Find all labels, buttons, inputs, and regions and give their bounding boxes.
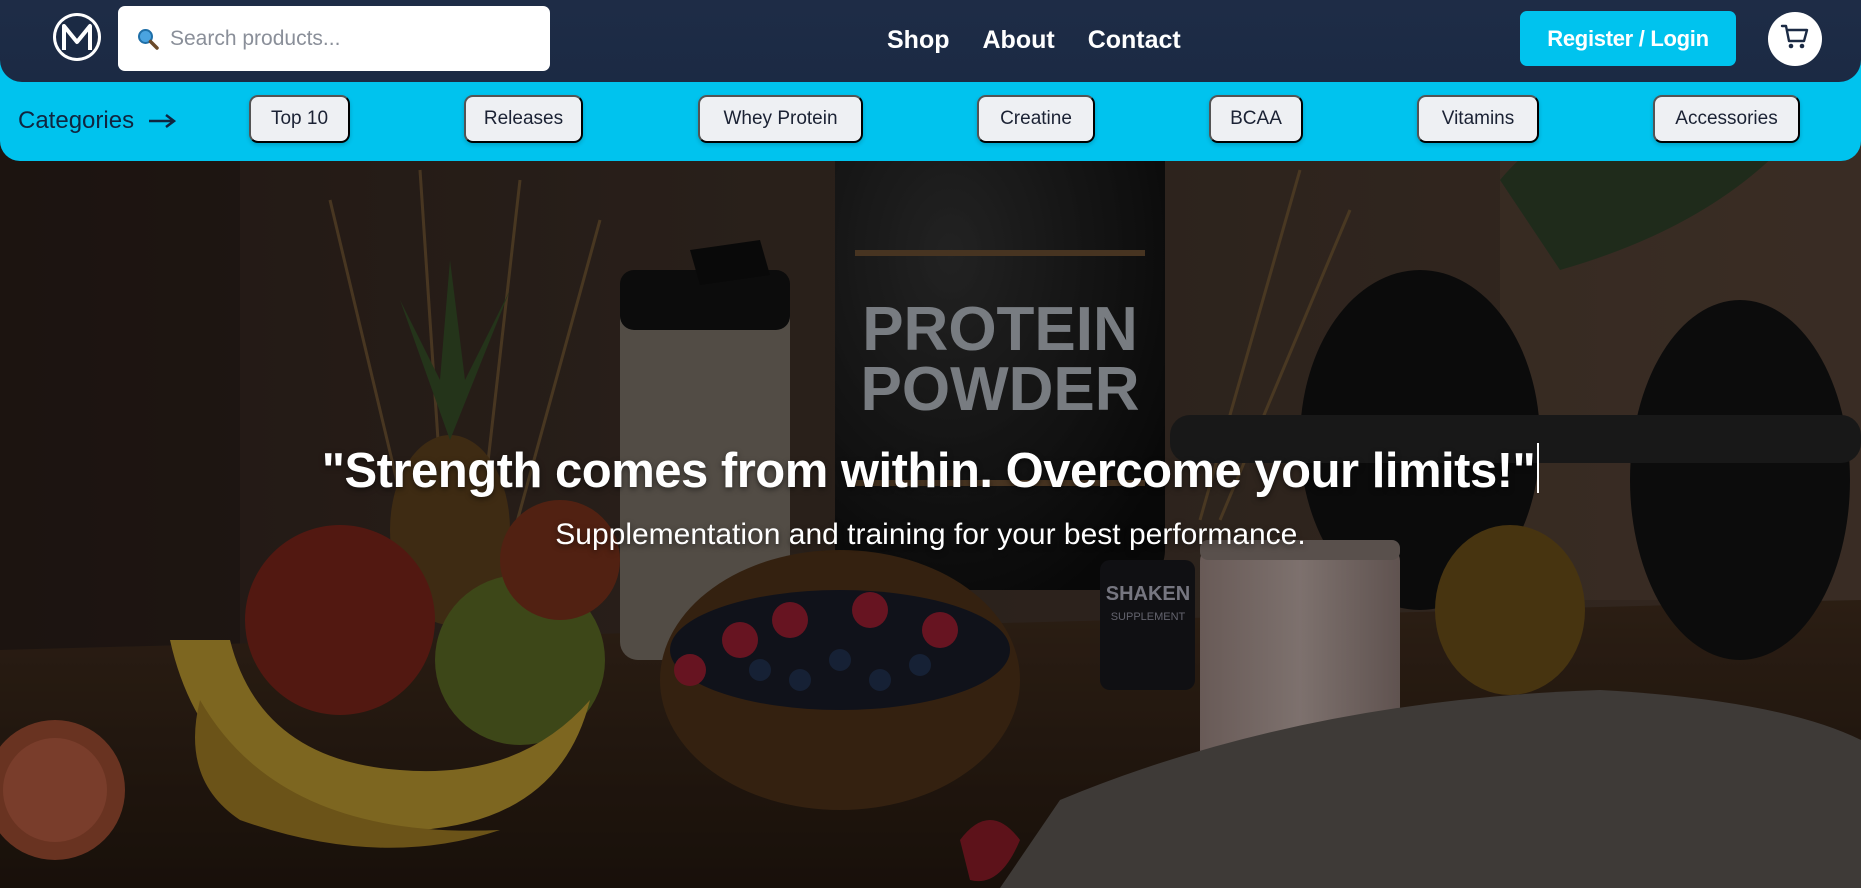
categories-heading: Categories bbox=[18, 106, 177, 136]
category-creatine[interactable]: Creatine bbox=[977, 95, 1095, 143]
register-login-button[interactable]: Register / Login bbox=[1520, 11, 1736, 66]
hero-quote: "Strength comes from within. Overcome yo… bbox=[0, 443, 1861, 499]
category-whey-protein[interactable]: Whey Protein bbox=[698, 95, 863, 143]
magnifier-icon bbox=[136, 27, 160, 51]
category-top-10[interactable]: Top 10 bbox=[249, 95, 350, 143]
top-navigation-bar: Shop About Contact Register / Login bbox=[0, 0, 1861, 82]
text-cursor bbox=[1537, 443, 1540, 493]
nav-shop-link[interactable]: Shop bbox=[887, 20, 950, 60]
category-accessories[interactable]: Accessories bbox=[1653, 95, 1800, 143]
nav-contact-link[interactable]: Contact bbox=[1088, 20, 1181, 60]
cart-button[interactable] bbox=[1768, 12, 1822, 66]
logo-mark bbox=[56, 16, 98, 58]
cart-icon bbox=[1780, 23, 1810, 56]
category-vitamins[interactable]: Vitamins bbox=[1417, 95, 1539, 143]
arrow-right-icon bbox=[148, 113, 177, 129]
m-logo-icon[interactable] bbox=[53, 13, 101, 61]
search-input[interactable] bbox=[170, 26, 530, 51]
hero-subtitle: Supplementation and training for your be… bbox=[555, 518, 1306, 551]
categories-label: Categories bbox=[18, 107, 135, 134]
nav-about-link[interactable]: About bbox=[983, 20, 1055, 60]
category-releases[interactable]: Releases bbox=[464, 95, 583, 143]
category-bcaa[interactable]: BCAA bbox=[1209, 95, 1303, 143]
main-nav: Shop About Contact bbox=[887, 20, 1214, 60]
hero-quote-text: "Strength comes from within. Overcome yo… bbox=[321, 444, 1536, 498]
search-bar[interactable] bbox=[118, 6, 550, 71]
